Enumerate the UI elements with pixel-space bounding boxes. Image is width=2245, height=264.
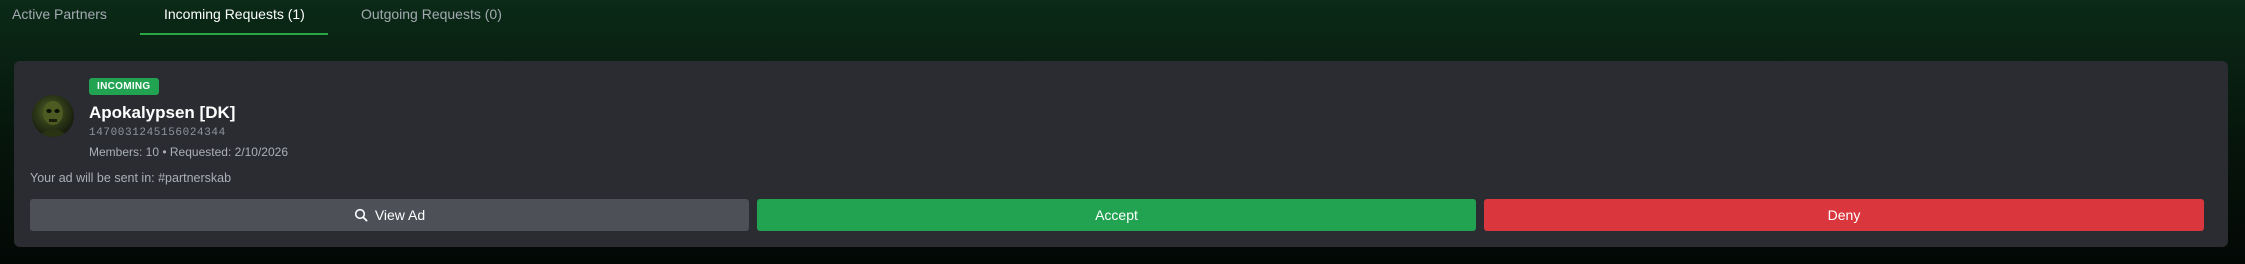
server-id: 1470031245156024344	[89, 127, 226, 139]
server-name: Apokalypsen [DK]	[89, 103, 236, 122]
view-ad-label: View Ad	[374, 207, 426, 223]
deny-button[interactable]: Deny	[1484, 199, 2204, 231]
tab-incoming-requests[interactable]: Incoming Requests (1)	[164, 0, 305, 36]
tab-active-partners[interactable]: Active Partners	[12, 0, 107, 36]
accept-button[interactable]: Accept	[757, 199, 1476, 231]
view-ad-button[interactable]: View Ad	[30, 199, 749, 231]
server-avatar	[32, 95, 74, 137]
ad-channel-note: Your ad will be sent in: #partnerskab	[30, 171, 232, 185]
request-meta: Members: 10 • Requested: 2/10/2026	[89, 145, 288, 159]
status-badge: INCOMING	[89, 78, 159, 95]
accept-label: Accept	[1095, 207, 1138, 223]
partner-request-card: INCOMING Apokalypsen [DK] 14700312451560…	[14, 61, 2228, 247]
active-tab-indicator	[140, 33, 328, 35]
deny-label: Deny	[1827, 207, 1861, 223]
tab-outgoing-requests[interactable]: Outgoing Requests (0)	[361, 0, 502, 36]
tab-bar: Active Partners Incoming Requests (1) Ou…	[0, 0, 2245, 36]
search-icon	[354, 208, 368, 222]
